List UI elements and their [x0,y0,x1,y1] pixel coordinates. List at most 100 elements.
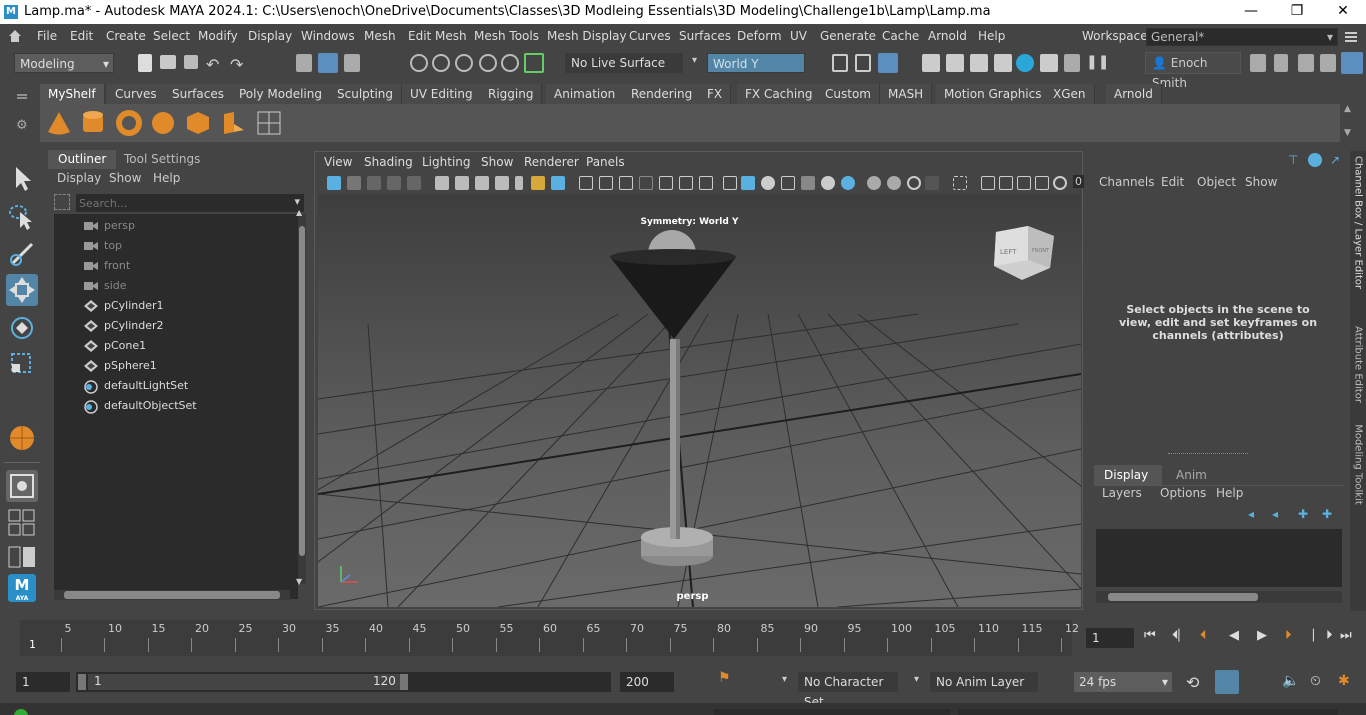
command-field[interactable] [714,709,950,715]
outliner-layout-icon[interactable] [8,546,36,568]
outliner-item[interactable]: pCone1 [54,337,298,355]
layer-menu-options[interactable]: Options [1160,486,1206,500]
poly-torus-icon[interactable] [116,110,142,136]
layer-hscrollbar[interactable] [1096,591,1342,603]
side-tab-attribute-editor[interactable]: Attribute Editor [1353,323,1364,407]
menu-set-select[interactable]: Modeling ▾ [14,53,114,73]
paint-select-tool-icon[interactable] [6,238,38,270]
poly-cone-icon[interactable] [46,110,72,136]
outliner-hscrollbar[interactable] [54,590,290,600]
menu-help[interactable]: Help [978,29,1005,43]
xray-joints-toggle-icon[interactable] [1017,176,1031,190]
ipr-render-icon[interactable] [970,54,988,72]
modeling-toolkit-icon[interactable] [1250,54,1266,72]
menu-surfaces[interactable]: Surfaces [679,29,731,43]
channel-menu-object[interactable]: Object [1197,175,1236,189]
minimize-button[interactable]: — [1228,0,1274,24]
shelf-tab-arnold[interactable]: Arnold [1106,84,1162,104]
menu-mesh-display[interactable]: Mesh Display [547,29,627,43]
arnold-render-icon[interactable] [1016,54,1034,72]
outliner-item[interactable]: persp [54,217,298,235]
safe-action-icon[interactable] [679,176,693,190]
depth-of-field-icon[interactable] [925,176,939,190]
menu-modify[interactable]: Modify [198,29,238,43]
auto-key-icon[interactable]: ⚑ [718,670,734,690]
undo-icon[interactable]: ↶ [206,55,219,74]
outliner-scrollbar[interactable] [298,214,306,584]
new-scene-icon[interactable] [138,54,152,72]
snap-active-icon[interactable] [524,53,544,73]
tool-settings-icon[interactable] [1298,54,1314,72]
loop-icon[interactable]: ⟲ [1186,673,1199,692]
panel-splitter[interactable] [1168,453,1248,454]
step-forward-key-icon[interactable]: ⏵ [1285,628,1292,643]
camera-icon[interactable] [435,176,449,190]
outliner-item[interactable]: defaultObjectSet [54,397,298,415]
select-component-icon[interactable] [344,54,360,72]
grid-toggle-icon[interactable] [579,176,593,190]
shelf-tab-myshelf[interactable]: MyShelf [40,84,105,104]
gate-mask-icon[interactable] [639,176,653,190]
shelf-tab-sculpting[interactable]: Sculpting [329,84,403,104]
wireframe-icon[interactable] [723,176,737,190]
outliner-menu-show[interactable]: Show [109,171,141,185]
fullscreen-icon[interactable] [1035,176,1049,190]
camera-track-icon[interactable] [475,176,489,190]
viewport-menu-lighting[interactable]: Lighting [422,155,471,169]
image-plane-icon[interactable] [367,176,381,190]
home-icon[interactable] [8,29,22,43]
shelf-tab-custom[interactable]: Custom [817,84,880,104]
hypershade-icon[interactable] [878,53,898,73]
render-sequence-icon[interactable] [946,54,964,72]
menu-file[interactable]: File [37,29,57,43]
move-layer-up-icon[interactable]: ◂ [1248,507,1262,521]
shadows-icon[interactable] [841,176,855,190]
channel-options-icon[interactable] [1308,153,1322,167]
film-gate-icon[interactable] [599,176,613,190]
menu-uv[interactable]: UV [790,29,807,43]
maya-home-icon[interactable]: M AYA [8,574,36,602]
shelf-tab-rendering[interactable]: Rendering [623,84,702,104]
shelf-tab-mash[interactable]: MASH [880,84,933,104]
channel-menu-show[interactable]: Show [1245,175,1277,189]
attribute-editor-icon[interactable] [1274,54,1288,72]
outliner-search[interactable]: ▾ [76,194,304,212]
tab-display-layers[interactable]: Display [1094,465,1162,485]
filter-icon[interactable] [54,194,70,210]
animation-start-field[interactable]: 1 [16,672,70,692]
anim-layer-select[interactable]: No Anim Layer [930,672,1038,692]
animation-preferences-icon[interactable]: ✱ [1338,673,1350,689]
menu-edit[interactable]: Edit [70,29,93,43]
step-back-frame-icon[interactable]: ⏴⎸ [1172,628,1192,643]
outliner-search-input[interactable] [76,194,276,212]
viewport-canvas[interactable]: Symmetry: World Y persp LEFT FRONT [318,194,1081,607]
exposure-icon[interactable] [1053,176,1067,190]
field-chart-icon[interactable] [659,176,673,190]
grease-pencil-icon[interactable] [407,176,421,190]
arnold-tools-icon[interactable] [1064,54,1080,72]
shelf-tab-fx[interactable]: FX [699,84,732,104]
shelf-scroll-down-icon[interactable]: ▼ [1344,128,1351,138]
live-surface-field[interactable]: No Live Surface [565,53,683,73]
outliner-item[interactable]: pSphere1 [54,357,298,375]
outliner-item[interactable]: pCylinder1 [54,297,298,315]
menu-generate[interactable]: Generate [820,29,876,43]
shelf-tab-animation[interactable]: Animation [546,84,625,104]
range-slider[interactable]: 1 120 [76,672,411,692]
scale-tool-icon[interactable] [6,348,38,380]
menu-create[interactable]: Create [106,29,146,43]
menu-display[interactable]: Display [248,29,292,43]
shelf-tab-fx-caching[interactable]: FX Caching [737,84,822,104]
user-account-button[interactable]: 👤 Enoch Smith [1145,52,1241,90]
tab-tool-settings[interactable]: Tool Settings [114,150,210,169]
smooth-shade-icon[interactable] [741,176,755,190]
time-slider[interactable]: 5 10 15 20 25 30 35 40 45 50 55 60 65 70 75 80 85 90 95 100… [0,612,1366,660]
channel-menu-channels[interactable]: Channels [1099,175,1155,189]
shelf-tab-poly-modeling[interactable]: Poly Modeling [231,84,331,104]
shelf-tab-curves[interactable]: Curves [107,84,166,104]
shelf-tab-surfaces[interactable]: Surfaces [164,84,233,104]
snap-live-icon[interactable] [501,54,519,72]
channel-menu-edit[interactable]: Edit [1161,175,1184,189]
channel-box-icon[interactable] [1320,54,1336,72]
isolate-select-icon[interactable] [953,176,967,190]
